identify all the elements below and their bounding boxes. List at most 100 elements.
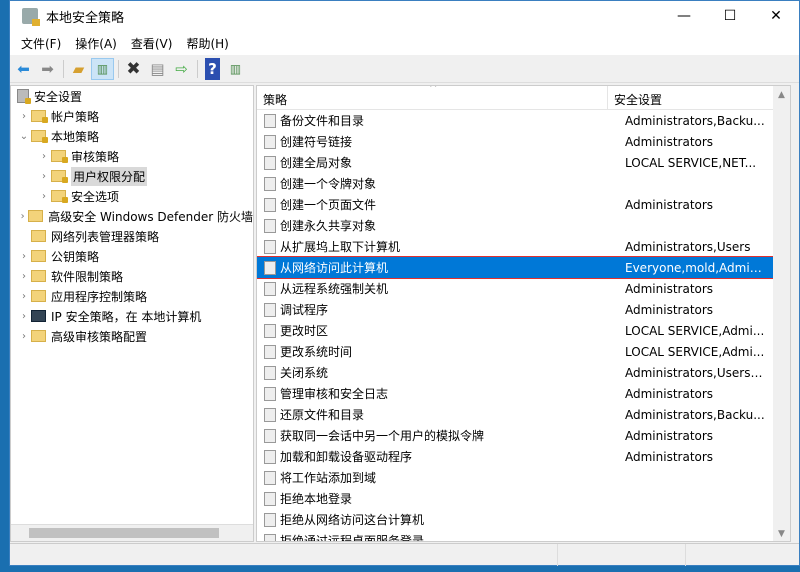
table-row[interactable]: 备份文件和目录 Administrators,Backu... — [257, 110, 790, 131]
table-row[interactable]: 关闭系统 Administrators,Users,... — [257, 362, 790, 383]
policy-icon — [264, 470, 276, 485]
table-row[interactable]: 拒绝通过远程桌面服务登录 — [257, 530, 790, 542]
expand-chevron-icon[interactable]: › — [17, 331, 31, 342]
security-setting: Administrators,Backu... — [625, 113, 765, 128]
tree-item[interactable]: › 审核策略 — [11, 146, 253, 166]
policy-icon — [264, 449, 276, 464]
up-folder-icon[interactable]: ▰ — [67, 58, 90, 80]
table-row[interactable]: 更改系统时间 LOCAL SERVICE,Admi... — [257, 341, 790, 362]
tree-item[interactable]: › 公钥策略 — [11, 246, 253, 266]
policy-icon — [264, 134, 276, 149]
policy-name: 拒绝通过远程桌面服务登录 — [280, 534, 425, 542]
tree-item-label: 审核策略 — [71, 149, 120, 164]
table-row[interactable]: 拒绝从网络访问这台计算机 — [257, 509, 790, 530]
minimize-button[interactable]: — — [661, 1, 707, 31]
policy-icon — [264, 176, 276, 191]
expand-chevron-icon[interactable]: › — [17, 311, 31, 322]
tree-item[interactable]: › 帐户策略 — [11, 106, 253, 126]
tree-item[interactable]: › 安全选项 — [11, 186, 253, 206]
table-row[interactable]: 将工作站添加到域 — [257, 467, 790, 488]
show-action-pane-icon[interactable]: ▥ — [224, 58, 247, 80]
policy-name: 创建一个令牌对象 — [280, 177, 377, 191]
policy-icon — [264, 197, 276, 212]
menu-help[interactable]: 帮助(H) — [179, 35, 235, 52]
tree-item[interactable]: ⌄ 本地策略 — [11, 126, 253, 146]
scroll-up-icon[interactable]: ▲ — [773, 90, 790, 100]
security-setting: Administrators — [625, 428, 714, 443]
export-list-icon[interactable]: ⇨ — [170, 58, 193, 80]
table-row[interactable]: 加载和卸载设备驱动程序 Administrators — [257, 446, 790, 467]
scrollbar-thumb[interactable] — [29, 528, 219, 538]
help-icon[interactable]: ? — [205, 57, 220, 80]
menu-view[interactable]: 查看(V) — [124, 35, 180, 52]
table-row[interactable]: 创建一个令牌对象 — [257, 173, 790, 194]
horizontal-scrollbar[interactable] — [11, 524, 253, 541]
policy-name: 还原文件和目录 — [280, 408, 365, 422]
expand-chevron-icon[interactable]: › — [37, 191, 51, 202]
table-row[interactable]: 更改时区 LOCAL SERVICE,Admi... — [257, 320, 790, 341]
expand-chevron-icon[interactable]: › — [17, 211, 28, 222]
menu-action[interactable]: 操作(A) — [68, 35, 124, 52]
forward-icon[interactable]: ➡ — [36, 58, 59, 80]
back-icon[interactable]: ⬅ — [12, 58, 35, 80]
expand-chevron-icon[interactable]: › — [17, 271, 31, 282]
table-row[interactable]: 还原文件和目录 Administrators,Backu... — [257, 404, 790, 425]
table-row[interactable]: 从网络访问此计算机 Everyone,mold,Admini... — [257, 256, 790, 279]
table-row[interactable]: 创建符号链接 Administrators — [257, 131, 790, 152]
tree-item[interactable]: 安全设置 — [11, 86, 253, 106]
table-row[interactable]: 获取同一会话中另一个用户的模拟令牌 Administrators — [257, 425, 790, 446]
table-row[interactable]: 拒绝本地登录 — [257, 488, 790, 509]
security-setting: Everyone,mold,Admini... — [625, 260, 765, 275]
policy-name: 从远程系统强制关机 — [280, 282, 389, 296]
expand-chevron-icon[interactable]: › — [37, 151, 51, 162]
list-header: 策略 安全设置 ^ — [257, 86, 790, 110]
delete-icon[interactable]: ✖ — [122, 58, 145, 80]
expand-chevron-icon[interactable]: ⌄ — [17, 131, 31, 142]
tree-item[interactable]: › 应用程序控制策略 — [11, 286, 253, 306]
policy-name: 更改时区 — [280, 324, 329, 338]
tree-item-label: 高级审核策略配置 — [51, 329, 148, 344]
folder-icon — [28, 210, 44, 222]
table-row[interactable]: 创建全局对象 LOCAL SERVICE,NET... — [257, 152, 790, 173]
policy-name: 获取同一会话中另一个用户的模拟令牌 — [280, 429, 485, 443]
security-policy-icon — [22, 8, 40, 26]
table-row[interactable]: 管理审核和安全日志 Administrators — [257, 383, 790, 404]
expand-chevron-icon[interactable]: › — [17, 111, 31, 122]
scroll-down-icon[interactable]: ▼ — [773, 529, 790, 539]
security-setting: Administrators — [625, 134, 714, 149]
tree-item[interactable]: › 用户权限分配 — [11, 166, 253, 186]
table-row[interactable]: 创建一个页面文件 Administrators — [257, 194, 790, 215]
table-row[interactable]: 调试程序 Administrators — [257, 299, 790, 320]
tree-item[interactable]: › IP 安全策略，在 本地计算机 — [11, 306, 253, 326]
menu-file[interactable]: 文件(F) — [14, 35, 68, 52]
maximize-button[interactable]: ☐ — [707, 1, 753, 31]
policy-name: 拒绝本地登录 — [280, 492, 353, 506]
ip-icon — [31, 310, 46, 322]
tree-item[interactable]: › 软件限制策略 — [11, 266, 253, 286]
tree-item-label: 网络列表管理器策略 — [51, 229, 160, 244]
expand-chevron-icon[interactable]: › — [17, 291, 31, 302]
status-section — [558, 544, 686, 566]
tree-item-label: 高级安全 Windows Defender 防火墙 — [48, 209, 253, 224]
policy-icon — [264, 386, 276, 401]
close-button[interactable]: ✕ — [753, 1, 799, 31]
table-row[interactable]: 从远程系统强制关机 Administrators — [257, 278, 790, 299]
tree-item-label: 用户权限分配 — [71, 166, 148, 186]
expand-chevron-icon[interactable]: › — [17, 251, 31, 262]
column-header-security-setting[interactable]: 安全设置 — [608, 86, 758, 109]
expand-chevron-icon[interactable]: › — [37, 171, 51, 182]
properties-icon[interactable]: ▤ — [146, 58, 169, 80]
table-row[interactable]: 创建永久共享对象 — [257, 215, 790, 236]
folder-icon — [31, 330, 46, 342]
tree-item[interactable]: › 高级安全 Windows Defender 防火墙 — [11, 206, 253, 226]
vertical-scrollbar[interactable]: ▲ ▼ — [773, 86, 790, 541]
window-title: 本地安全策略 — [46, 10, 125, 26]
security-setting: Administrators — [625, 386, 714, 401]
tree-item[interactable]: › 高级审核策略配置 — [11, 326, 253, 346]
lock-folder-icon — [31, 130, 48, 143]
policy-icon — [264, 281, 276, 296]
table-row[interactable]: 从扩展坞上取下计算机 Administrators,Users — [257, 236, 790, 257]
tree-item[interactable]: 网络列表管理器策略 — [11, 226, 253, 246]
show-hide-tree-icon[interactable]: ▥ — [91, 57, 114, 80]
tree-pane: 安全设置 › 帐户策略 ⌄ 本地策略 › 审核策略 › 用户权限分配 › 安全选项 › 高级安全 Win… — [10, 85, 254, 542]
